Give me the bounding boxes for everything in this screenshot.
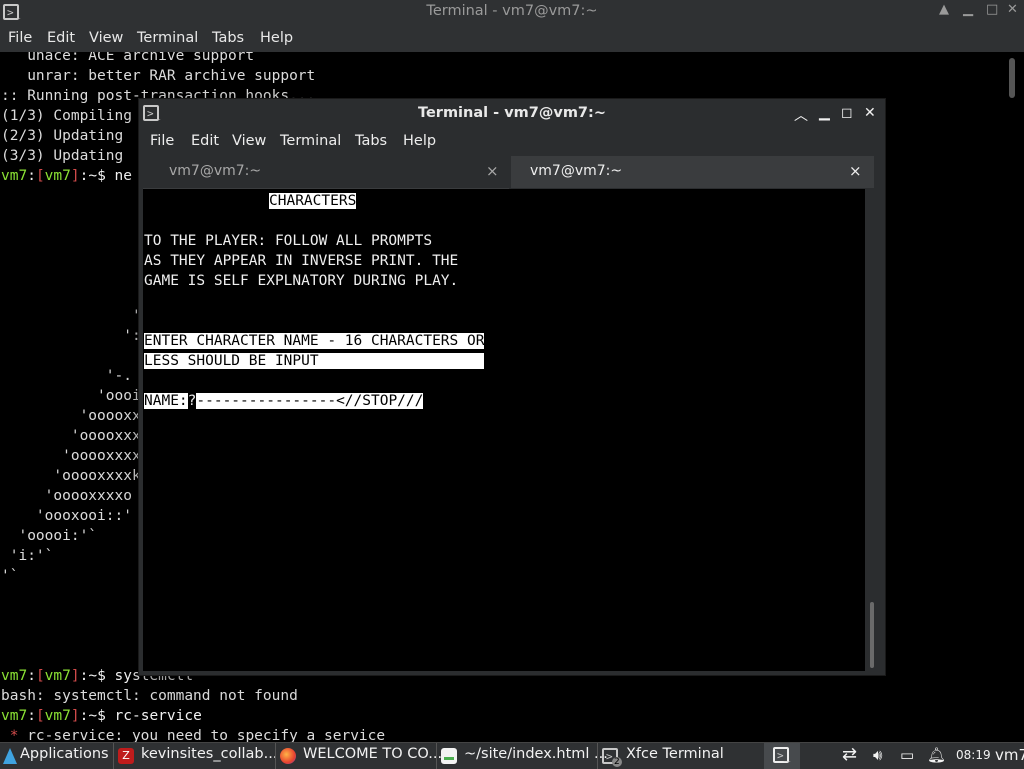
ascii-art-line: 'i:'` <box>1 548 54 564</box>
output-line: (2/3) Updating <box>1 128 124 144</box>
window-titlebar[interactable]: >_ Terminal - vm7@vm7:~ ︿ ▁ ◻ ✕ <box>139 99 885 129</box>
game-text: AS THEY APPEAR IN INVERSE PRINT. THE <box>144 253 459 269</box>
tab-close-icon[interactable]: × <box>486 162 499 180</box>
ascii-art-line: 'ooooi:'` <box>1 528 98 544</box>
terminal-output[interactable]: CHARACTERS TO THE PLAYER: FOLLOW ALL PRO… <box>143 189 865 671</box>
minimize-icon[interactable]: ▁ <box>819 105 830 121</box>
menu-view[interactable]: View <box>232 133 266 149</box>
ascii-art-line: 'ooooxxxx <box>1 448 141 464</box>
editor-icon <box>441 748 457 764</box>
ascii-art-line: 'oooio <box>1 388 150 404</box>
shell-prompt: vm7:[vm7]:~$ rc-service <box>1 708 202 724</box>
menu-edit[interactable]: Edit <box>191 133 219 149</box>
window-title: Terminal - vm7@vm7:~ <box>418 105 606 121</box>
tab-terminal-2[interactable]: vm7@vm7:~ × <box>511 156 874 188</box>
close-icon[interactable]: ✕ <box>1007 2 1018 17</box>
background-window-menubar: File Edit View Terminal Tabs Help <box>0 24 1024 52</box>
ascii-art-line: 'ooooxxxxo <box>1 488 132 504</box>
menu-file[interactable]: File <box>8 30 32 46</box>
tab-terminal-1[interactable]: vm7@vm7:~ × <box>143 156 509 189</box>
taskbar: Applications Z kevinsites_collab... WELC… <box>0 742 1024 769</box>
notification-bell-icon[interactable]: 🔔︎ <box>927 746 946 764</box>
name-label: NAME: <box>144 393 188 409</box>
game-text: TO THE PLAYER: FOLLOW ALL PROMPTS <box>144 233 433 249</box>
workspace-terminal-button[interactable]: >_ <box>764 743 800 769</box>
menu-terminal[interactable]: Terminal <box>280 133 341 149</box>
maximize-icon[interactable]: ◻ <box>841 105 853 121</box>
maximize-icon[interactable]: □ <box>986 2 998 17</box>
xfce-logo-icon <box>3 748 17 764</box>
menu-tabs[interactable]: Tabs <box>355 133 387 149</box>
characters-heading: CHARACTERS <box>269 193 357 209</box>
applications-menu-button[interactable]: Applications <box>0 743 110 769</box>
output-line: (1/3) Compiling <box>1 108 132 124</box>
ascii-art-line: 'ooooxxxxk <box>1 468 141 484</box>
close-icon[interactable]: ✕ <box>864 105 876 121</box>
display-icon[interactable]: ▭ <box>900 746 914 764</box>
task-editor[interactable]: ~/site/index.html ... <box>436 743 608 769</box>
window-menubar: File Edit View Terminal Tabs Help <box>139 129 885 155</box>
error-line: bash: systemctl: command not found <box>1 688 298 704</box>
minimize-icon[interactable]: ▁ <box>963 2 973 17</box>
tab-bar: vm7@vm7:~ × vm7@vm7:~ × <box>143 156 874 189</box>
menu-help[interactable]: Help <box>403 133 436 149</box>
game-text: GAME IS SELF EXPLNATORY DURING PLAY. <box>144 273 459 289</box>
name-input-line[interactable]: NAME:?----------------<//STOP/// <box>144 391 424 411</box>
shade-icon[interactable]: ︿ <box>794 105 808 125</box>
menu-tabs[interactable]: Tabs <box>212 30 244 46</box>
ascii-art-line: '-. <box>1 368 132 384</box>
firefox-icon <box>280 748 296 764</box>
scrollbar-track[interactable] <box>868 189 876 671</box>
user-name[interactable]: vm7 <box>995 746 1024 764</box>
ascii-art-line: 'o <box>1 308 150 324</box>
output-line: (3/3) Updating <box>1 148 124 164</box>
tab-close-icon[interactable]: × <box>849 162 862 180</box>
ascii-art-line: 'oooxooi::' <box>1 508 132 524</box>
terminal-icon: >_ <box>773 747 790 763</box>
error-line: * rc-service: you need to specify a serv… <box>1 728 386 742</box>
terminal-window[interactable]: >_ Terminal - vm7@vm7:~ ︿ ▁ ◻ ✕ File Edi… <box>139 99 885 675</box>
ascii-art-line: '. <box>1 288 159 304</box>
enter-name-prompt: LESS SHOULD BE INPUT <box>144 351 485 371</box>
menu-edit[interactable]: Edit <box>47 30 75 46</box>
background-scrollbar[interactable] <box>1009 58 1015 98</box>
ascii-art-line: ':; <box>1 328 150 344</box>
task-filezilla[interactable]: Z kevinsites_collab... <box>113 743 277 769</box>
window-count-badge: 2 <box>612 757 622 767</box>
background-window-titlebar[interactable]: >_ Terminal - vm7@vm7:~ ▲ ▁ □ ✕ <box>0 0 1024 24</box>
scrollbar-thumb[interactable] <box>870 602 874 668</box>
task-xfce-terminal[interactable]: >_ 2 Xfce Terminal <box>597 743 758 769</box>
shade-icon[interactable]: ▲ <box>939 2 949 17</box>
ascii-art-line: 'ooooxx <box>1 408 141 424</box>
task-firefox[interactable]: WELCOME TO CO... <box>275 743 442 769</box>
clock[interactable]: 08:19 <box>956 748 991 762</box>
background-window-title: Terminal - vm7@vm7:~ <box>426 3 598 19</box>
menu-file[interactable]: File <box>150 133 174 149</box>
menu-view[interactable]: View <box>89 30 123 46</box>
tab-label: vm7@vm7:~ <box>169 163 262 179</box>
volume-icon[interactable]: 🔊︎ <box>873 746 882 764</box>
shell-prompt: vm7:[vm7]:~$ ne <box>1 168 132 184</box>
menu-terminal[interactable]: Terminal <box>137 30 198 46</box>
network-transfer-icon[interactable]: ⇄ <box>842 744 857 765</box>
name-field: ----------------<//STOP/// <box>196 393 424 409</box>
output-line: unace: ACE archive support <box>1 52 255 64</box>
enter-name-prompt: ENTER CHARACTER NAME - 16 CHARACTERS OR <box>144 333 485 349</box>
tab-label: vm7@vm7:~ <box>530 163 623 179</box>
output-line: unrar: better RAR archive support <box>1 68 316 84</box>
menu-help[interactable]: Help <box>260 30 293 46</box>
filezilla-icon: Z <box>118 748 134 764</box>
ascii-art-line: '` <box>1 568 19 584</box>
ascii-art-line: 'ooooxxx <box>1 428 141 444</box>
